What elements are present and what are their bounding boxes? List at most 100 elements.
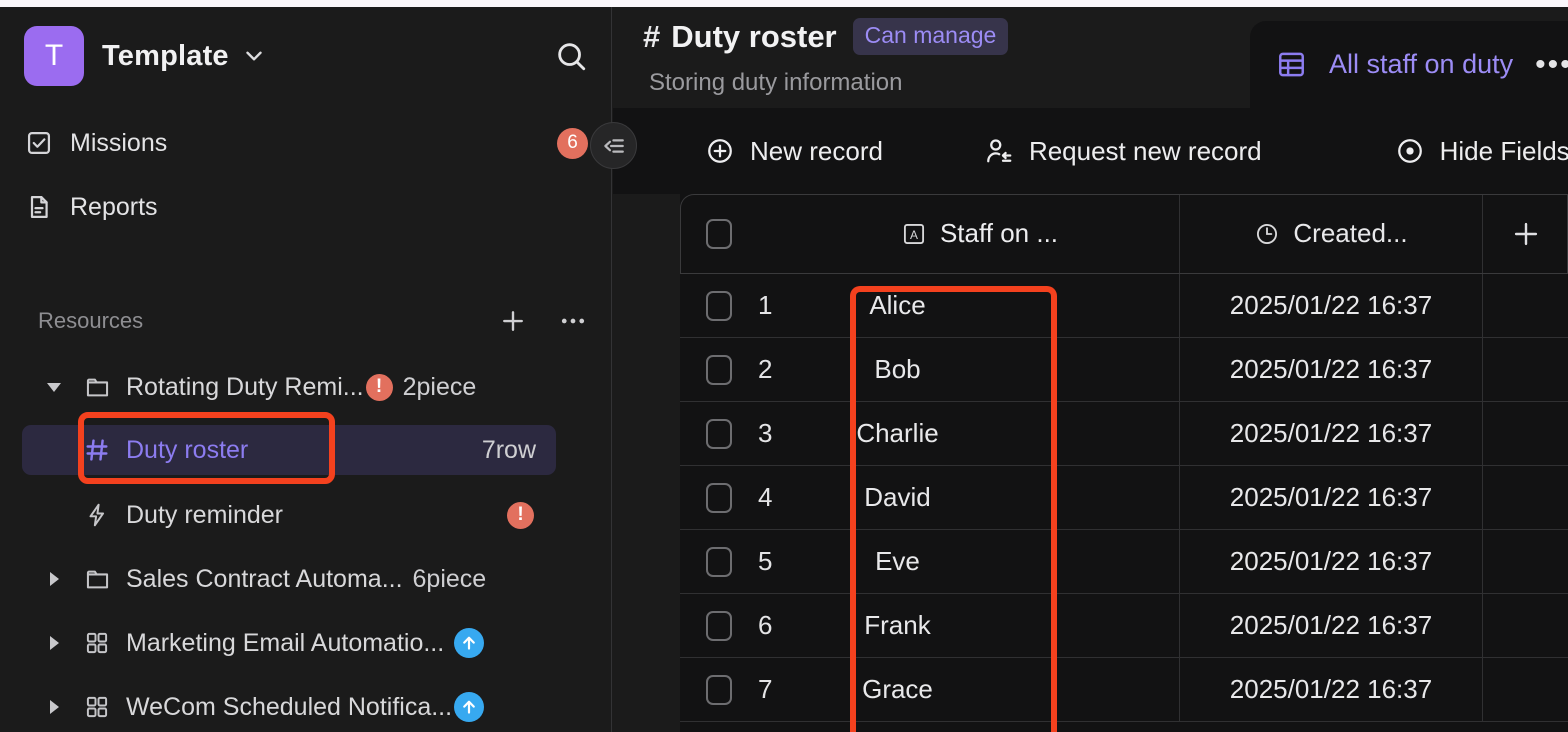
section-title: Resources: [38, 308, 144, 333]
tree-item-duty-reminder[interactable]: Duty reminder !: [22, 490, 556, 540]
tree-item-count: 6piece: [412, 564, 487, 593]
tree-item-marketing-email-automation[interactable]: Marketing Email Automatio...: [22, 618, 556, 668]
chevron-down-icon[interactable]: [241, 43, 267, 69]
workspace-header[interactable]: T Template: [24, 24, 588, 88]
tree-item-wecom-scheduled-notification[interactable]: WeCom Scheduled Notifica...: [22, 682, 556, 732]
request-new-record-button[interactable]: Request new record: [984, 136, 1262, 167]
row-checkbox[interactable]: [706, 546, 732, 577]
cell-created-time[interactable]: 2025/01/22 16:37: [1180, 658, 1483, 721]
grid-inner: A Staff on ... Created... 1 Alice 2025/0…: [680, 194, 1568, 732]
select-all-cell[interactable]: [680, 194, 780, 273]
tree-item-label: Marketing Email Automatio...: [126, 628, 445, 657]
cell-staff-name[interactable]: Bob: [780, 338, 1180, 401]
collapse-sidebar-icon[interactable]: [590, 122, 637, 169]
select-all-checkbox[interactable]: [706, 218, 732, 249]
table-row[interactable]: 2 Bob 2025/01/22 16:37: [680, 338, 1568, 402]
row-checkbox[interactable]: [706, 482, 732, 513]
text-field-icon: A: [901, 221, 927, 247]
row-checkbox[interactable]: [706, 674, 732, 705]
row-number: 5: [758, 546, 773, 576]
row-checkbox[interactable]: [706, 418, 732, 449]
tab-all-staff-on-duty[interactable]: All staff on duty •••: [1250, 21, 1568, 108]
cell-staff-name[interactable]: Frank: [780, 594, 1180, 657]
permission-badge[interactable]: Can manage: [852, 18, 1009, 55]
request-new-record-label: Request new record: [1028, 135, 1262, 166]
cell-staff-name[interactable]: David: [780, 466, 1180, 529]
sidebar-item-label: Reports: [70, 192, 158, 221]
table-row[interactable]: 7 Grace 2025/01/22 16:37: [680, 658, 1568, 722]
cell-staff-name[interactable]: Eve: [780, 530, 1180, 593]
row-checkbox[interactable]: [706, 610, 732, 641]
row-select-cell[interactable]: 4: [680, 466, 780, 529]
table-row[interactable]: 6 Frank 2025/01/22 16:37: [680, 594, 1568, 658]
row-number: 6: [758, 610, 773, 640]
tree-item-label: WeCom Scheduled Notifica...: [126, 692, 453, 721]
row-trailing-cell: [1483, 338, 1568, 401]
row-checkbox[interactable]: [706, 354, 732, 385]
tree-item-label: Sales Contract Automa...: [126, 564, 403, 593]
hide-fields-button[interactable]: Hide Fields: [1395, 136, 1568, 167]
tab-label: All staff on duty: [1329, 49, 1514, 79]
new-record-button[interactable]: New record: [705, 136, 883, 167]
clock-icon: [1254, 221, 1280, 247]
cell-created-time[interactable]: 2025/01/22 16:37: [1180, 530, 1483, 593]
row-select-cell[interactable]: 6: [680, 594, 780, 657]
hide-fields-label: Hide Fields: [1439, 135, 1568, 166]
column-header-created-time[interactable]: Created...: [1180, 194, 1483, 273]
cell-value: Grace: [862, 674, 933, 704]
row-checkbox[interactable]: [706, 290, 732, 321]
tree-item-count: 2piece: [402, 372, 477, 401]
row-number: 2: [758, 354, 773, 384]
row-select-cell[interactable]: 7: [680, 658, 780, 721]
sidebar-item-reports[interactable]: Reports: [24, 184, 588, 230]
tree-item-duty-roster[interactable]: Duty roster 7row: [22, 425, 556, 475]
checkbox-task-icon: [24, 128, 54, 158]
cell-staff-name[interactable]: Charlie: [780, 402, 1180, 465]
table-header-row: A Staff on ... Created...: [680, 194, 1568, 274]
lightning-bolt-icon: [82, 502, 112, 528]
table-row[interactable]: 4 David 2025/01/22 16:37: [680, 466, 1568, 530]
tree-item-sales-contract-automation[interactable]: Sales Contract Automa... 6piece: [22, 554, 556, 604]
cell-staff-name[interactable]: Alice: [780, 274, 1180, 337]
triangle-right-icon[interactable]: [42, 633, 66, 653]
cell-created-time[interactable]: 2025/01/22 16:37: [1180, 274, 1483, 337]
add-field-button[interactable]: [1483, 194, 1568, 273]
tree-item-label: Duty roster: [126, 435, 249, 464]
cell-created-time[interactable]: 2025/01/22 16:37: [1180, 594, 1483, 657]
tree-item-rotating-duty-reminder[interactable]: Rotating Duty Remi... ! 2piece: [22, 362, 556, 412]
person-request-icon: [984, 136, 1014, 166]
record-toolbar: New record Request new record Hide Field…: [613, 108, 1568, 194]
column-header-label: Created...: [1293, 218, 1408, 248]
hash-table-icon: [82, 436, 112, 464]
table-row[interactable]: 3 Charlie 2025/01/22 16:37: [680, 402, 1568, 466]
tab-more-icon[interactable]: •••: [1535, 49, 1568, 80]
row-select-cell[interactable]: 3: [680, 402, 780, 465]
folder-icon: [82, 374, 112, 401]
row-select-cell[interactable]: 1: [680, 274, 780, 337]
cell-value: Alice: [869, 290, 926, 320]
cell-staff-name[interactable]: Grace: [780, 658, 1180, 721]
cell-created-time[interactable]: 2025/01/22 16:37: [1180, 402, 1483, 465]
cell-created-time[interactable]: 2025/01/22 16:37: [1180, 466, 1483, 529]
ellipsis-icon[interactable]: [558, 306, 588, 336]
cell-created-time[interactable]: 2025/01/22 16:37: [1180, 338, 1483, 401]
plus-icon[interactable]: [498, 306, 528, 336]
row-select-cell[interactable]: 5: [680, 530, 780, 593]
search-icon[interactable]: [554, 39, 588, 73]
triangle-right-icon[interactable]: [42, 569, 66, 589]
tree-item-count: 7row: [481, 435, 536, 464]
browser-top-strip: [0, 0, 1568, 7]
table-row[interactable]: 1 Alice 2025/01/22 16:37: [680, 274, 1568, 338]
warning-badge-icon: !: [365, 373, 393, 401]
triangle-right-icon[interactable]: [42, 697, 66, 717]
upload-arrow-icon: [454, 692, 485, 722]
cell-value: Charlie: [856, 418, 939, 448]
row-select-cell[interactable]: 2: [680, 338, 780, 401]
triangle-down-icon[interactable]: [42, 377, 66, 397]
row-number: 1: [758, 290, 773, 320]
apps-grid-icon: [82, 694, 112, 720]
row-trailing-cell: [1483, 402, 1568, 465]
column-header-staff-on-duty[interactable]: A Staff on ...: [780, 194, 1180, 273]
table-row[interactable]: 5 Eve 2025/01/22 16:37: [680, 530, 1568, 594]
sidebar-item-missions[interactable]: Missions 6: [24, 120, 588, 166]
